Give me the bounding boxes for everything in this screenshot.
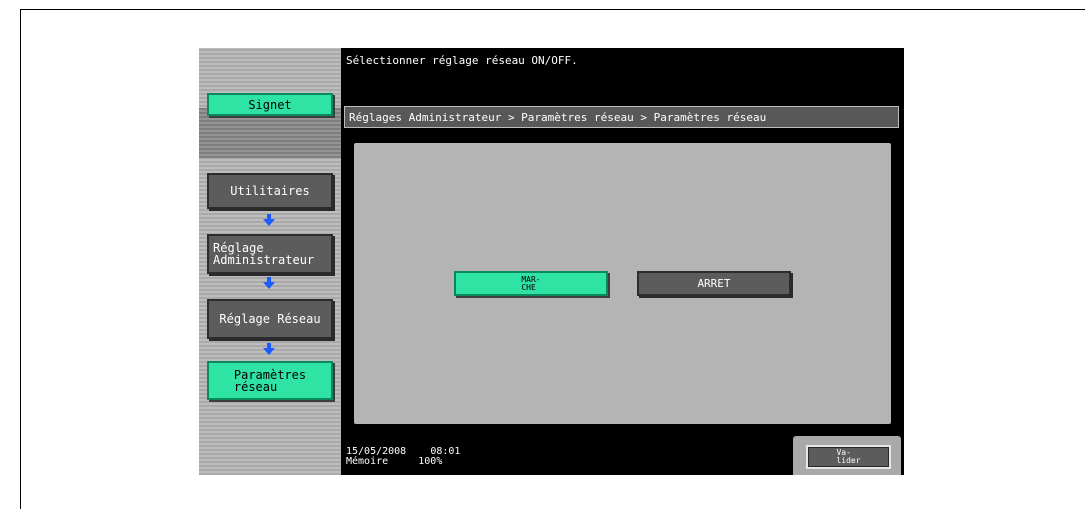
memory-label: Mémoire — [346, 456, 389, 467]
options-area: MAR- CHE ARRET — [354, 143, 891, 424]
nav-step-network-parameters[interactable]: Paramètres réseau — [207, 361, 333, 400]
breadcrumb: Réglages Administrateur > Paramètres rés… — [344, 106, 899, 128]
left-panel: Signet Utilitaires Réglage Administrateu… — [199, 48, 341, 475]
arrow-down-icon — [263, 343, 275, 355]
off-button[interactable]: ARRET — [637, 271, 791, 296]
instruction-message: Sélectionner réglage réseau ON/OFF. — [346, 54, 578, 67]
bookmark-button[interactable]: Signet — [207, 93, 333, 116]
nav-step-utilities[interactable]: Utilitaires — [207, 173, 333, 209]
status-readout: 15/05/2008 08:01 Mémoire 100% — [346, 447, 460, 467]
on-button[interactable]: MAR- CHE — [454, 271, 608, 296]
valider-button[interactable]: Va- lider — [806, 445, 891, 469]
arrow-down-icon — [263, 214, 275, 226]
frame-left-line — [20, 9, 21, 509]
status-bar: 15/05/2008 08:01 Mémoire 100% Va- lider — [341, 436, 904, 475]
nav-step-admin-settings[interactable]: Réglage Administrateur — [207, 234, 333, 274]
arrow-down-icon — [263, 277, 275, 289]
main-panel: Réglages Administrateur > Paramètres rés… — [341, 104, 904, 436]
breadcrumb-text: Réglages Administrateur > Paramètres rés… — [349, 110, 767, 124]
memory-value: 100% — [418, 456, 443, 467]
device-screen: Signet Utilitaires Réglage Administrateu… — [199, 48, 904, 475]
valider-tab: Va- lider — [793, 436, 901, 475]
frame-top-line — [20, 9, 1085, 10]
nav-step-network-settings[interactable]: Réglage Réseau — [207, 299, 333, 339]
